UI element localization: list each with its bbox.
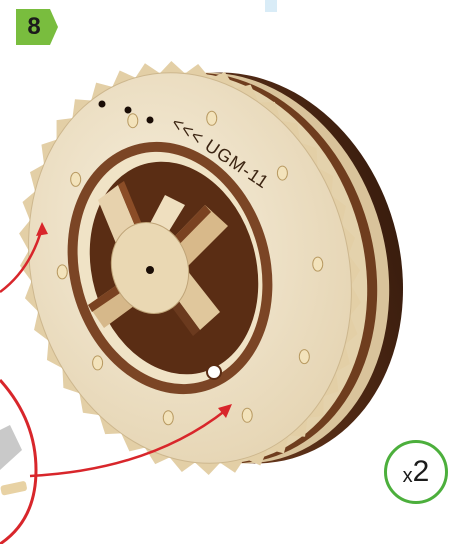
dowel-pin-hole: [276, 165, 288, 181]
step-number: 8: [27, 13, 41, 40]
step-badge: 8: [16, 9, 58, 45]
gear-tooth: [159, 61, 186, 74]
dowel-pin-icon: [0, 481, 27, 496]
dowel-pin-hole: [206, 110, 218, 126]
dowel-pin-hole: [70, 171, 82, 187]
instruction-step: <<< UGM-11 8 x 2: [0, 0, 464, 544]
dowel-pin-hole: [127, 113, 139, 129]
dowel-pin-hole: [312, 256, 324, 272]
detail-zoom-circle: [0, 378, 38, 544]
quantity-prefix: x: [402, 464, 413, 487]
dowel-pin-hole: [241, 407, 253, 423]
dowel-pin-hole: [298, 349, 310, 365]
quantity-count: 2: [412, 455, 430, 488]
quantity-badge: x 2: [384, 440, 448, 504]
dowel-pin-hole: [162, 410, 174, 426]
hub-axle-hole: [146, 266, 154, 274]
dowel-pin-hole: [92, 355, 104, 371]
dowel-pin-hole: [56, 264, 68, 280]
gear-tooth: [194, 462, 221, 475]
